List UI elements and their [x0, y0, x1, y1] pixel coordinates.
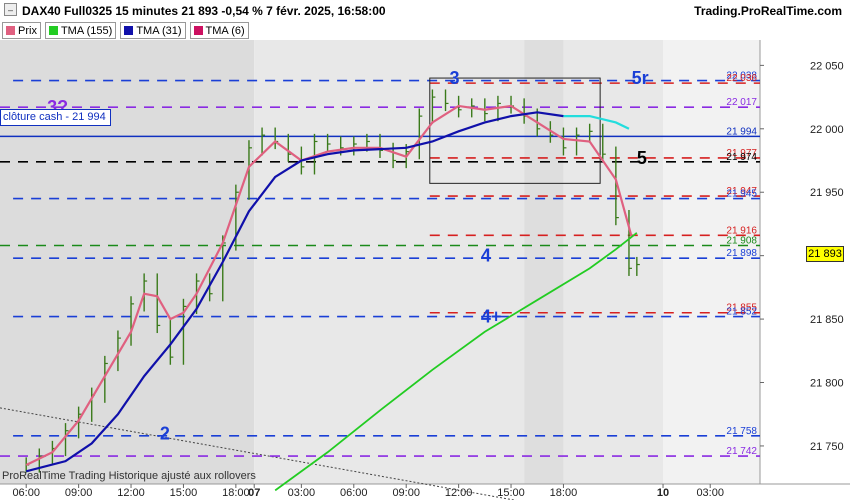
level-label: 21 852	[726, 307, 757, 318]
wave-annotation: 4+	[481, 307, 502, 327]
x-tick-label: 06:00	[340, 487, 368, 499]
cash-close-label: clôture cash - 21 994	[0, 109, 111, 126]
x-tick-label: 12:00	[117, 487, 145, 499]
x-tick-label: 07	[248, 487, 260, 499]
level-label: 21 974	[726, 152, 757, 163]
level-label: 21 945	[726, 189, 757, 200]
price-chart[interactable]: 21 75021 80021 85021 90021 95022 00022 0…	[0, 0, 850, 500]
level-label: 22 017	[726, 97, 757, 108]
wave-annotation: 5	[637, 148, 647, 168]
x-tick-label: 18:00	[550, 487, 578, 499]
last-price-badge: 21 893	[806, 246, 844, 262]
x-tick-label: 03:00	[288, 487, 316, 499]
x-tick-label: 06:00	[12, 487, 40, 499]
wave-annotation: 3	[449, 68, 459, 88]
level-label: 21 758	[726, 426, 757, 437]
x-tick-label: 15:00	[170, 487, 198, 499]
x-tick-label: 09:00	[65, 487, 93, 499]
level-label: 21 908	[726, 236, 757, 247]
level-label: 22 036	[726, 73, 757, 84]
x-tick-label: 03:00	[696, 487, 724, 499]
x-tick-label: 15:00	[497, 487, 525, 499]
x-tick-label: 09:00	[392, 487, 420, 499]
level-label: 21 898	[726, 248, 757, 259]
y-tick-label: 21 750	[810, 441, 844, 453]
level-label: 21 994	[726, 126, 757, 137]
y-tick-label: 22 000	[810, 124, 844, 136]
wave-annotation: 4	[481, 246, 491, 266]
x-tick-label: 18:00	[222, 487, 250, 499]
wave-annotation: 2	[160, 423, 170, 443]
footer-note: ProRealTime Trading Historique ajusté au…	[2, 470, 256, 482]
y-tick-label: 22 050	[810, 60, 844, 72]
y-tick-label: 21 950	[810, 187, 844, 199]
y-tick-label: 21 800	[810, 378, 844, 390]
x-tick-label: 10	[657, 487, 669, 499]
level-label: 21 742	[726, 446, 757, 457]
y-tick-label: 21 850	[810, 314, 844, 326]
wave-annotation: 5r	[632, 68, 649, 88]
